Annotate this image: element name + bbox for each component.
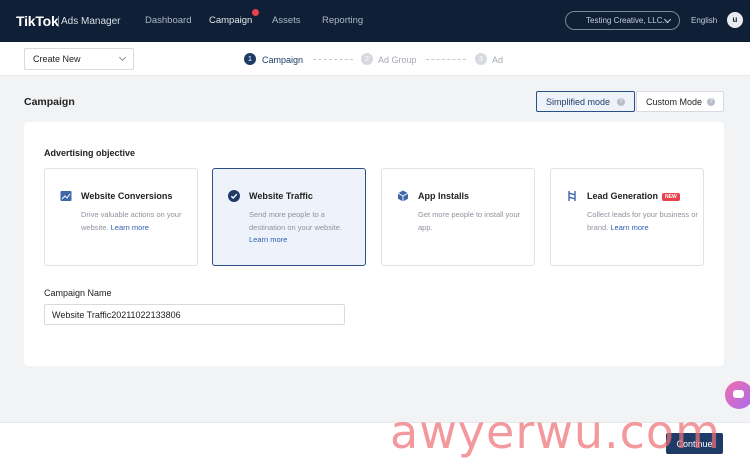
objective-description: Send more people to a destination on you… [249, 209, 361, 247]
image-icon [60, 191, 72, 201]
objective-title: Website Traffic [249, 191, 313, 201]
page-title: Campaign [24, 96, 75, 108]
objective-title: App Installs [418, 191, 470, 201]
campaign-notification-badge [252, 9, 259, 16]
objective-title-text: Lead Generation [587, 191, 659, 201]
watermark-text: awyerwu.com [390, 405, 721, 459]
language-selector[interactable]: English [691, 16, 717, 25]
ads-manager-label: Ads Manager [61, 16, 121, 27]
user-avatar[interactable]: u [727, 12, 743, 28]
info-icon[interactable]: ? [617, 98, 625, 106]
objective-title: Lead Generation NEW [587, 191, 680, 201]
simplified-mode-label: Simplified mode [546, 97, 611, 107]
simplified-mode-button[interactable]: Simplified mode ? [536, 91, 635, 112]
objective-description: Drive valuable actions on your website. … [81, 209, 193, 234]
step-1-number: 1 [244, 53, 256, 65]
learn-more-link[interactable]: Learn more [610, 223, 648, 232]
objective-lead-generation[interactable]: Lead Generation NEW Collect leads for you… [550, 168, 704, 266]
step-ad[interactable]: Ad [492, 55, 503, 65]
learn-more-link[interactable]: Learn more [111, 223, 149, 232]
check-circle-icon [228, 190, 240, 202]
custom-mode-button[interactable]: Custom Mode ? [636, 91, 724, 112]
campaign-name-input[interactable] [44, 304, 345, 325]
cube-icon [397, 190, 409, 202]
info-icon[interactable]: ? [707, 98, 715, 106]
objective-description: Collect leads for your business or brand… [587, 209, 699, 234]
nav-dashboard[interactable]: Dashboard [145, 15, 191, 26]
nav-reporting[interactable]: Reporting [322, 15, 363, 26]
create-new-label: Create New [33, 54, 81, 64]
chat-button[interactable] [725, 381, 750, 409]
tiktok-logo[interactable]: TikTok [16, 13, 59, 29]
top-nav: TikTok Ads Manager Dashboard Campaign As… [0, 0, 750, 42]
logo-divider [58, 16, 59, 27]
new-badge: NEW [662, 193, 680, 201]
step-bar: Create New 1 Campaign 2 Ad Group 3 Ad [0, 42, 750, 76]
chevron-down-icon [118, 53, 127, 62]
campaign-name-label: Campaign Name [44, 288, 112, 298]
step-ad-group[interactable]: Ad Group [378, 55, 417, 65]
campaign-card: Advertising objective Website Conversion… [24, 122, 724, 366]
step-2-number: 2 [361, 53, 373, 65]
step-campaign[interactable]: Campaign [262, 55, 303, 65]
objective-desc-text: Send more people to a destination on you… [249, 210, 342, 232]
objective-desc-text: Get more people to install your app. [418, 210, 521, 232]
step-divider [313, 59, 353, 60]
create-new-select[interactable]: Create New [24, 48, 134, 70]
account-name: Testing Creative, LLC... [586, 16, 670, 25]
step-divider [426, 59, 466, 60]
objective-app-installs[interactable]: App Installs Get more people to install … [381, 168, 535, 266]
account-selector[interactable]: Testing Creative, LLC... [565, 11, 680, 30]
objective-website-traffic[interactable]: Website Traffic Send more people to a de… [212, 168, 366, 266]
learn-more-link[interactable]: Learn more [249, 235, 287, 244]
advertising-objective-label: Advertising objective [44, 148, 136, 158]
custom-mode-label: Custom Mode [646, 97, 703, 107]
step-3-number: 3 [475, 53, 487, 65]
nav-assets[interactable]: Assets [272, 15, 301, 26]
chat-bubble-icon [733, 390, 744, 398]
objective-website-conversions[interactable]: Website Conversions Drive valuable actio… [44, 168, 198, 266]
lead-icon [568, 191, 576, 201]
objective-description: Get more people to install your app. [418, 209, 530, 234]
objective-title: Website Conversions [81, 191, 173, 201]
nav-campaign[interactable]: Campaign [209, 15, 252, 26]
